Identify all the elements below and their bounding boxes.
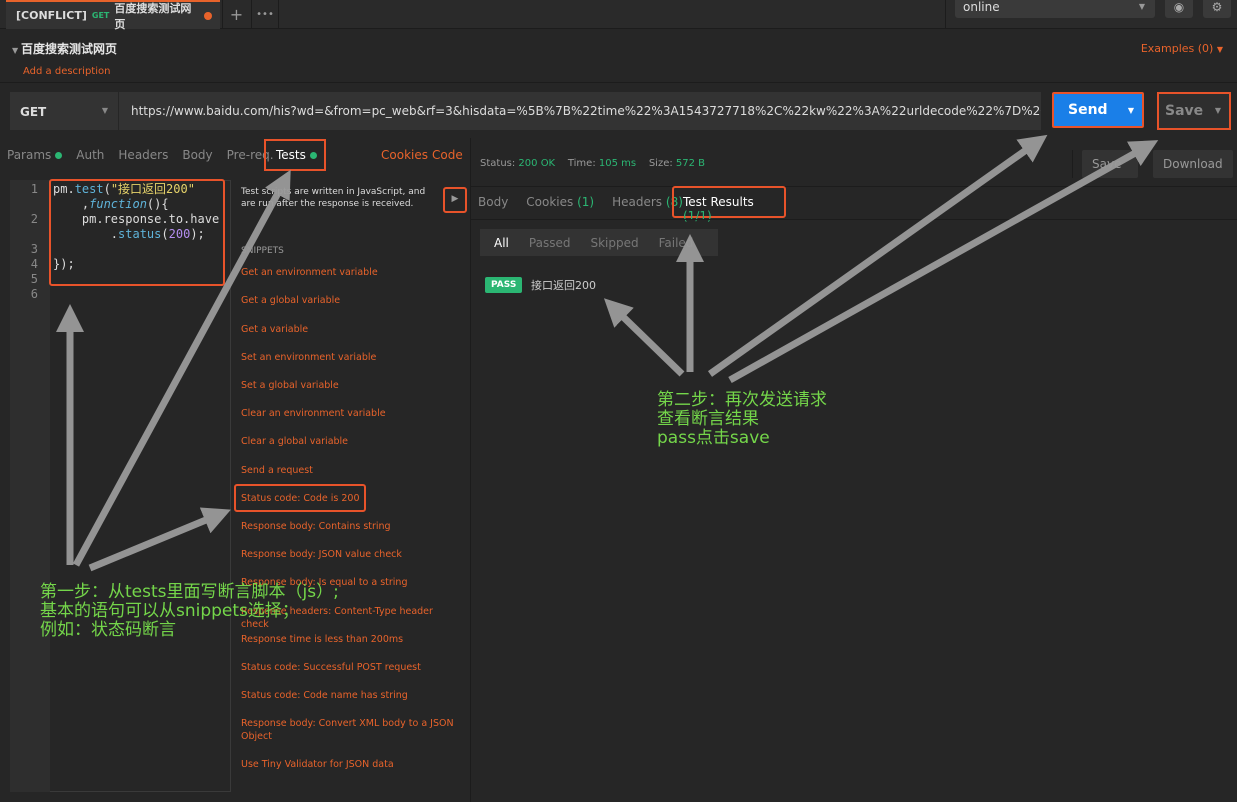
arrow	[707, 134, 1048, 377]
arrow	[72, 169, 291, 567]
arrow	[728, 140, 1159, 384]
step1-annotation: 第一步：从tests里面写断言脚本（js）; 基本的语句可以从snippets选择…	[40, 582, 339, 640]
arrow	[603, 298, 685, 377]
annotation-arrows	[56, 134, 1159, 572]
step2-annotation: 第二步：再次发送请求 查看断言结果 pass点击save	[657, 390, 827, 448]
arrow	[88, 507, 231, 572]
